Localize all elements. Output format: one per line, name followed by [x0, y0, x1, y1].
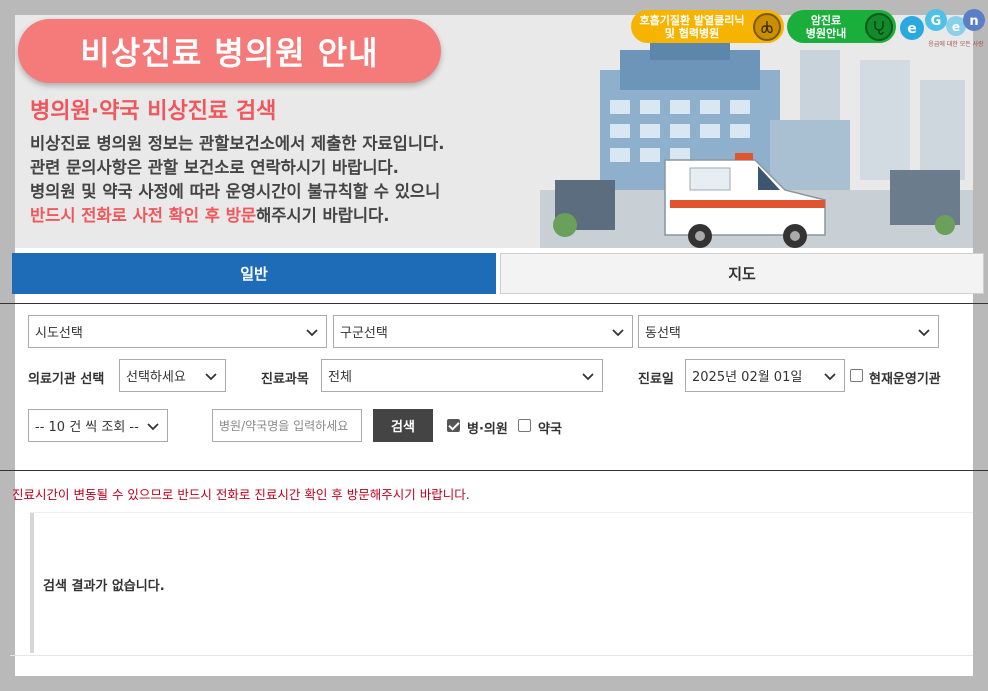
chevron-down-icon	[918, 329, 930, 337]
chevron-down-icon	[205, 373, 217, 381]
chevron-down-icon	[824, 373, 836, 381]
gugun-select[interactable]: 구군선택	[333, 315, 633, 348]
desc-line-3: 병의원 및 약국 사정에 따라 운영시간이 불규칙할 수 있으니	[30, 182, 441, 201]
svg-text:e: e	[952, 20, 960, 34]
cancer-care-button[interactable]: 암진료 병원안내	[787, 10, 896, 43]
name-search-placeholder: 병원/약국명을 입력하세요	[219, 419, 349, 433]
desc-line-1: 비상진료 병의원 정보는 관할보건소에서 제출한 자료입니다.	[30, 134, 445, 153]
svg-text:n: n	[969, 14, 978, 29]
sido-select[interactable]: 시도선택	[28, 315, 327, 348]
name-search-input[interactable]: 병원/약국명을 입력하세요	[212, 409, 362, 442]
svg-text:G: G	[931, 14, 942, 29]
page-size-value: -- 10 건 씩 조회 --	[35, 420, 139, 435]
department-select-value: 전체	[328, 370, 352, 385]
respiratory-label-1: 호흡기질환 발열클리닉	[639, 13, 745, 27]
chevron-down-icon	[147, 423, 159, 431]
svg-text:e: e	[907, 21, 917, 37]
lungs-icon	[753, 12, 781, 41]
desc-line-2: 관련 문의사항은 관할 보건소로 연락하시기 바랍니다.	[30, 158, 399, 177]
divider-bottom	[0, 470, 988, 471]
department-label: 진료과목	[261, 372, 309, 387]
department-select[interactable]: 전체	[321, 359, 603, 392]
description: 비상진료 병의원 정보는 관할보건소에서 제출한 자료입니다. 관련 문의사항은…	[30, 132, 445, 228]
respiratory-label-2: 및 협력병원	[664, 26, 720, 40]
desc-line-4-rest: 해주시기 바랍니다.	[256, 206, 390, 225]
chevron-down-icon	[612, 329, 624, 337]
hospital-ambulance-illustration	[540, 40, 973, 248]
stethoscope-icon	[865, 12, 893, 41]
pharmacy-label: 약국	[538, 422, 562, 437]
search-button[interactable]: 검색	[373, 409, 433, 442]
header-banner: 비상진료 병의원 안내 병의원·약국 비상진료 검색 비상진료 병의원 정보는 …	[0, 0, 988, 248]
gugun-select-value: 구군선택	[340, 326, 388, 341]
chevron-down-icon	[306, 329, 318, 337]
tab-general[interactable]: 일반	[12, 253, 496, 294]
respiratory-clinic-button[interactable]: 호흡기질환 발열클리닉 및 협력병원	[631, 10, 784, 43]
egen-logo: e G e n 응급에 대한 모든 사랑	[900, 9, 985, 48]
hospital-label: 병·의원	[467, 422, 508, 437]
pharmacy-checkbox[interactable]	[518, 419, 531, 432]
cancer-label-2: 병원안내	[805, 26, 847, 40]
tab-map[interactable]: 지도	[500, 253, 984, 294]
operating-now-label: 현재운영기관	[869, 372, 941, 387]
desc-highlight: 반드시 전화로 사전 확인 후 방문	[30, 206, 257, 225]
divider-top	[0, 303, 988, 304]
page-title-pill: 비상진료 병의원 안내	[18, 19, 441, 83]
sido-select-value: 시도선택	[35, 326, 83, 341]
notice-text: 진료시간이 변동될 수 있으므로 반드시 전화로 진료시간 확인 후 방문해주시…	[12, 487, 470, 502]
cancer-label-1: 암진료	[810, 13, 842, 27]
page-size-select[interactable]: -- 10 건 씩 조회 --	[28, 409, 168, 442]
chevron-down-icon	[582, 373, 594, 381]
date-select-value: 2025년 02월 01일	[692, 370, 803, 385]
institution-select[interactable]: 선택하세요	[119, 359, 226, 392]
hospital-checkbox[interactable]	[447, 419, 460, 432]
result-panel	[30, 513, 973, 653]
section-subtitle: 병의원·약국 비상진료 검색	[30, 99, 277, 124]
svg-text:응급에 대한 모든 사랑: 응급에 대한 모든 사랑	[928, 40, 984, 48]
result-bottom-border	[10, 655, 973, 656]
desc-line-4: 반드시 전화로 사전 확인 후 방문해주시기 바랍니다.	[30, 204, 445, 228]
empty-result-text: 검색 결과가 없습니다.	[43, 579, 165, 594]
dong-select[interactable]: 동선택	[638, 315, 939, 348]
date-select[interactable]: 2025년 02월 01일	[685, 359, 845, 392]
operating-now-checkbox[interactable]	[850, 369, 863, 382]
institution-select-value: 선택하세요	[126, 370, 186, 385]
page-title: 비상진료 병의원 안내	[80, 34, 379, 72]
institution-label: 의료기관 선택	[28, 372, 105, 387]
dong-select-value: 동선택	[645, 326, 681, 341]
date-label: 진료일	[638, 372, 674, 387]
